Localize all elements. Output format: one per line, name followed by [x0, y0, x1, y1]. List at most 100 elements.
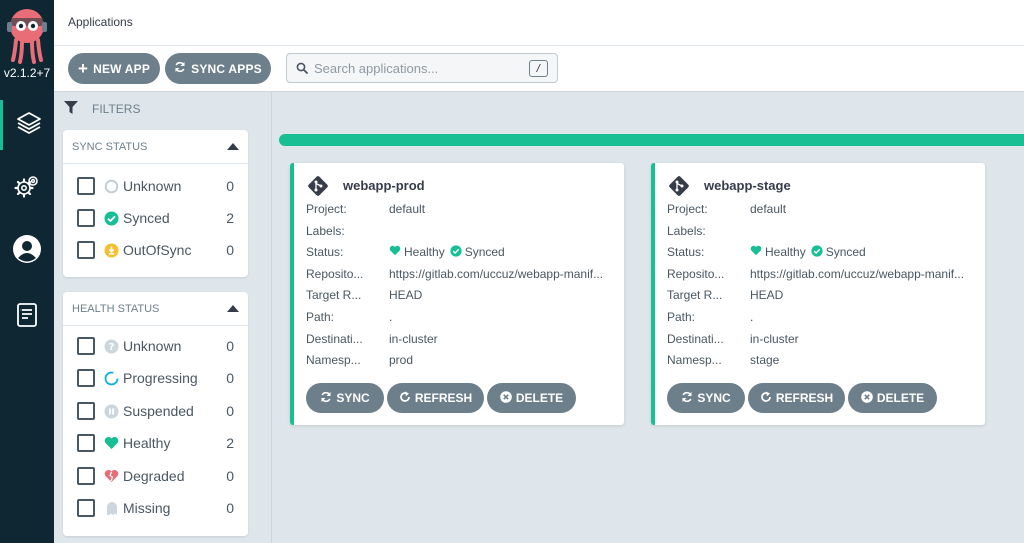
pause-icon	[104, 404, 119, 419]
field-namespace: Namesp... stage	[667, 353, 780, 367]
git-icon	[668, 175, 690, 202]
search-input[interactable]: Search applications...	[314, 61, 438, 76]
plus-icon: +	[77, 58, 89, 78]
health-status: Healthy	[765, 245, 806, 259]
field-destination: Destinati... in-cluster	[667, 332, 799, 346]
new-app-button[interactable]: + NEW APP	[68, 53, 160, 84]
progress-ring-icon	[104, 371, 119, 386]
filter-health-healthy[interactable]: Healthy 2	[77, 432, 234, 454]
sync-status: Synced	[825, 245, 866, 259]
heart-icon	[104, 436, 119, 451]
field-target-revision: Target R... HEAD	[306, 288, 423, 302]
checkbox[interactable]	[77, 434, 95, 452]
sync-apps-button[interactable]: SYNC APPS	[165, 53, 271, 84]
close-circle-icon	[500, 390, 512, 406]
heart-icon	[389, 245, 401, 259]
field-status: Status: Healthy Synced	[306, 244, 505, 259]
filter-sync-outofsync[interactable]: OutOfSync 0	[77, 239, 234, 261]
checkbox[interactable]	[77, 499, 95, 517]
status-bar	[279, 134, 1024, 146]
search-box[interactable]: Search applications... /	[286, 53, 558, 83]
sync-icon	[174, 61, 186, 76]
collapse-icon[interactable]	[227, 143, 239, 150]
filter-health-unknown[interactable]: ? Unknown 0	[77, 335, 234, 357]
field-path: Path:.	[306, 310, 393, 324]
search-shortcut-hint: /	[529, 60, 548, 77]
field-path: Path:.	[667, 310, 754, 324]
filter-icon	[64, 101, 78, 117]
checkbox[interactable]	[77, 177, 95, 195]
search-icon	[296, 62, 308, 74]
refresh-icon	[399, 391, 411, 406]
checkbox[interactable]	[77, 241, 95, 259]
user-icon	[12, 234, 42, 269]
checkbox[interactable]	[77, 467, 95, 485]
filter-health-progressing[interactable]: Progressing 0	[77, 367, 234, 389]
sync-icon	[320, 391, 332, 406]
sync-status-filter: SYNC STATUS Unknown 0 Synced 2 OutOfSync…	[63, 130, 248, 277]
field-repository: Reposito... https://gitlab.com/uccuz/weba…	[306, 267, 604, 281]
filter-health-missing[interactable]: Missing 0	[77, 497, 234, 519]
broken-heart-icon	[104, 469, 119, 484]
filter-health-suspended[interactable]: Suspended 0	[77, 400, 234, 422]
page-title: Applications	[68, 15, 133, 29]
heart-icon	[750, 245, 762, 259]
health-status: Healthy	[404, 245, 445, 259]
git-icon	[307, 175, 329, 202]
svg-text:?: ?	[109, 342, 115, 353]
delete-button[interactable]: DELETE	[487, 383, 576, 413]
toolbar: + NEW APP SYNC APPS Search applications.…	[54, 46, 1024, 92]
nav-documentation[interactable]	[0, 292, 54, 342]
refresh-button[interactable]: REFRESH	[748, 383, 845, 413]
field-labels: Labels:	[306, 224, 345, 238]
health-status-filter: HEALTH STATUS ? Unknown 0 Progressing 0 …	[63, 292, 248, 536]
check-circle-icon	[104, 211, 119, 226]
sync-button[interactable]: SYNC	[667, 383, 745, 413]
health-status-header[interactable]: HEALTH STATUS	[63, 292, 248, 326]
filter-sync-unknown[interactable]: Unknown 0	[77, 175, 234, 197]
docs-icon	[16, 302, 38, 333]
collapse-icon[interactable]	[227, 305, 239, 312]
checkbox[interactable]	[77, 369, 95, 387]
app-card-webapp-prod[interactable]: webapp-prod Project: default Labels: Stat…	[290, 163, 624, 425]
checkbox[interactable]	[77, 402, 95, 420]
filters-header: FILTERS	[64, 101, 140, 117]
applications-icon	[15, 110, 43, 141]
field-destination: Destinati... in-cluster	[306, 332, 438, 346]
sync-status: Synced	[464, 245, 505, 259]
field-target-revision: Target R... HEAD	[667, 288, 784, 302]
app-card-webapp-stage[interactable]: webapp-stage Project: default Labels: Sta…	[651, 163, 985, 425]
field-status: Status: Healthy Synced	[667, 244, 866, 260]
version-label: v2.1.2+7	[3, 66, 51, 80]
filters-sidebar: FILTERS SYNC STATUS Unknown 0 Synced 2 O…	[54, 92, 272, 543]
field-project: Project: default	[306, 202, 426, 216]
out-of-sync-icon	[104, 243, 119, 258]
field-project: Project: default	[667, 202, 787, 216]
ghost-icon	[104, 501, 119, 516]
refresh-button[interactable]: REFRESH	[387, 383, 484, 413]
field-namespace: Namesp... prod	[306, 353, 414, 367]
nav-applications[interactable]	[0, 100, 54, 150]
nav-user-info[interactable]	[0, 226, 54, 276]
check-circle-icon	[811, 244, 823, 260]
sync-status-header[interactable]: SYNC STATUS	[63, 130, 248, 164]
argo-logo[interactable]	[7, 6, 47, 64]
close-circle-icon	[861, 390, 873, 406]
filter-sync-synced[interactable]: Synced 2	[77, 207, 234, 229]
unknown-icon	[104, 179, 119, 194]
checkbox[interactable]	[77, 209, 95, 227]
checkbox[interactable]	[77, 337, 95, 355]
question-icon: ?	[104, 339, 119, 354]
field-labels: Labels:	[667, 224, 706, 238]
field-repository: Reposito... https://gitlab.com/uccuz/weba…	[667, 267, 965, 281]
sync-button[interactable]: SYNC	[306, 383, 384, 413]
app-name[interactable]: webapp-prod	[343, 178, 425, 193]
delete-button[interactable]: DELETE	[848, 383, 937, 413]
settings-icon	[13, 173, 41, 206]
filter-health-degraded[interactable]: Degraded 0	[77, 465, 234, 487]
nav-settings[interactable]	[0, 164, 54, 214]
app-name[interactable]: webapp-stage	[704, 178, 791, 193]
refresh-icon	[760, 391, 772, 406]
main-nav: v2.1.2+7	[0, 0, 54, 543]
sync-icon	[681, 391, 693, 406]
